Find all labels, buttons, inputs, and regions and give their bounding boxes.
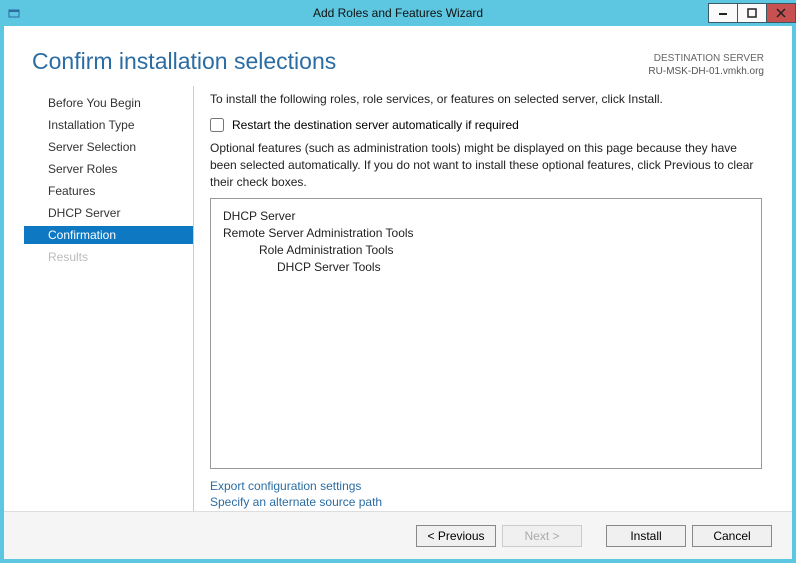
- app-icon: [6, 5, 22, 21]
- step-before-you-begin[interactable]: Before You Begin: [24, 94, 193, 112]
- step-server-roles[interactable]: Server Roles: [24, 160, 193, 178]
- restart-checkbox[interactable]: [210, 118, 224, 132]
- selection-item: Role Administration Tools: [259, 243, 749, 257]
- step-confirmation[interactable]: Confirmation: [24, 226, 193, 244]
- previous-button[interactable]: < Previous: [416, 525, 496, 547]
- page-header: Confirm installation selections DESTINAT…: [4, 26, 792, 86]
- window-title: Add Roles and Features Wizard: [0, 6, 796, 20]
- next-button: Next >: [502, 525, 582, 547]
- alt-source-link[interactable]: Specify an alternate source path: [210, 495, 762, 509]
- export-config-link[interactable]: Export configuration settings: [210, 479, 762, 493]
- wizard-steps: Before You Begin Installation Type Serve…: [24, 86, 194, 511]
- step-results: Results: [24, 248, 193, 266]
- minimize-button[interactable]: [708, 3, 738, 23]
- maximize-button[interactable]: [737, 3, 767, 23]
- selections-listbox[interactable]: DHCP Server Remote Server Administration…: [210, 198, 762, 469]
- titlebar: Add Roles and Features Wizard: [0, 0, 796, 26]
- step-dhcp-server[interactable]: DHCP Server: [24, 204, 193, 222]
- step-installation-type[interactable]: Installation Type: [24, 116, 193, 134]
- wizard-window: Add Roles and Features Wizard Confirm in…: [0, 0, 796, 563]
- footer: < Previous Next > Install Cancel: [4, 511, 792, 559]
- selection-item: DHCP Server: [223, 209, 749, 223]
- selection-item: Remote Server Administration Tools: [223, 226, 749, 240]
- window-controls: [709, 3, 796, 23]
- restart-row: Restart the destination server automatic…: [210, 118, 762, 132]
- step-features[interactable]: Features: [24, 182, 193, 200]
- panel: To install the following roles, role ser…: [194, 86, 764, 511]
- cancel-button[interactable]: Cancel: [692, 525, 772, 547]
- destination-server: DESTINATION SERVER RU-MSK-DH-01.vmkh.org: [648, 52, 764, 78]
- intro-text: To install the following roles, role ser…: [210, 92, 762, 106]
- step-server-selection[interactable]: Server Selection: [24, 138, 193, 156]
- page-title: Confirm installation selections: [32, 48, 648, 75]
- destination-label: DESTINATION SERVER: [648, 52, 764, 65]
- selection-item: DHCP Server Tools: [277, 260, 749, 274]
- close-button[interactable]: [766, 3, 796, 23]
- main-area: Before You Begin Installation Type Serve…: [4, 86, 792, 511]
- panel-links: Export configuration settings Specify an…: [210, 479, 762, 511]
- content-frame: Confirm installation selections DESTINAT…: [4, 26, 792, 559]
- optional-text: Optional features (such as administratio…: [210, 140, 762, 190]
- install-button[interactable]: Install: [606, 525, 686, 547]
- restart-label: Restart the destination server automatic…: [232, 118, 519, 132]
- destination-value: RU-MSK-DH-01.vmkh.org: [648, 65, 764, 78]
